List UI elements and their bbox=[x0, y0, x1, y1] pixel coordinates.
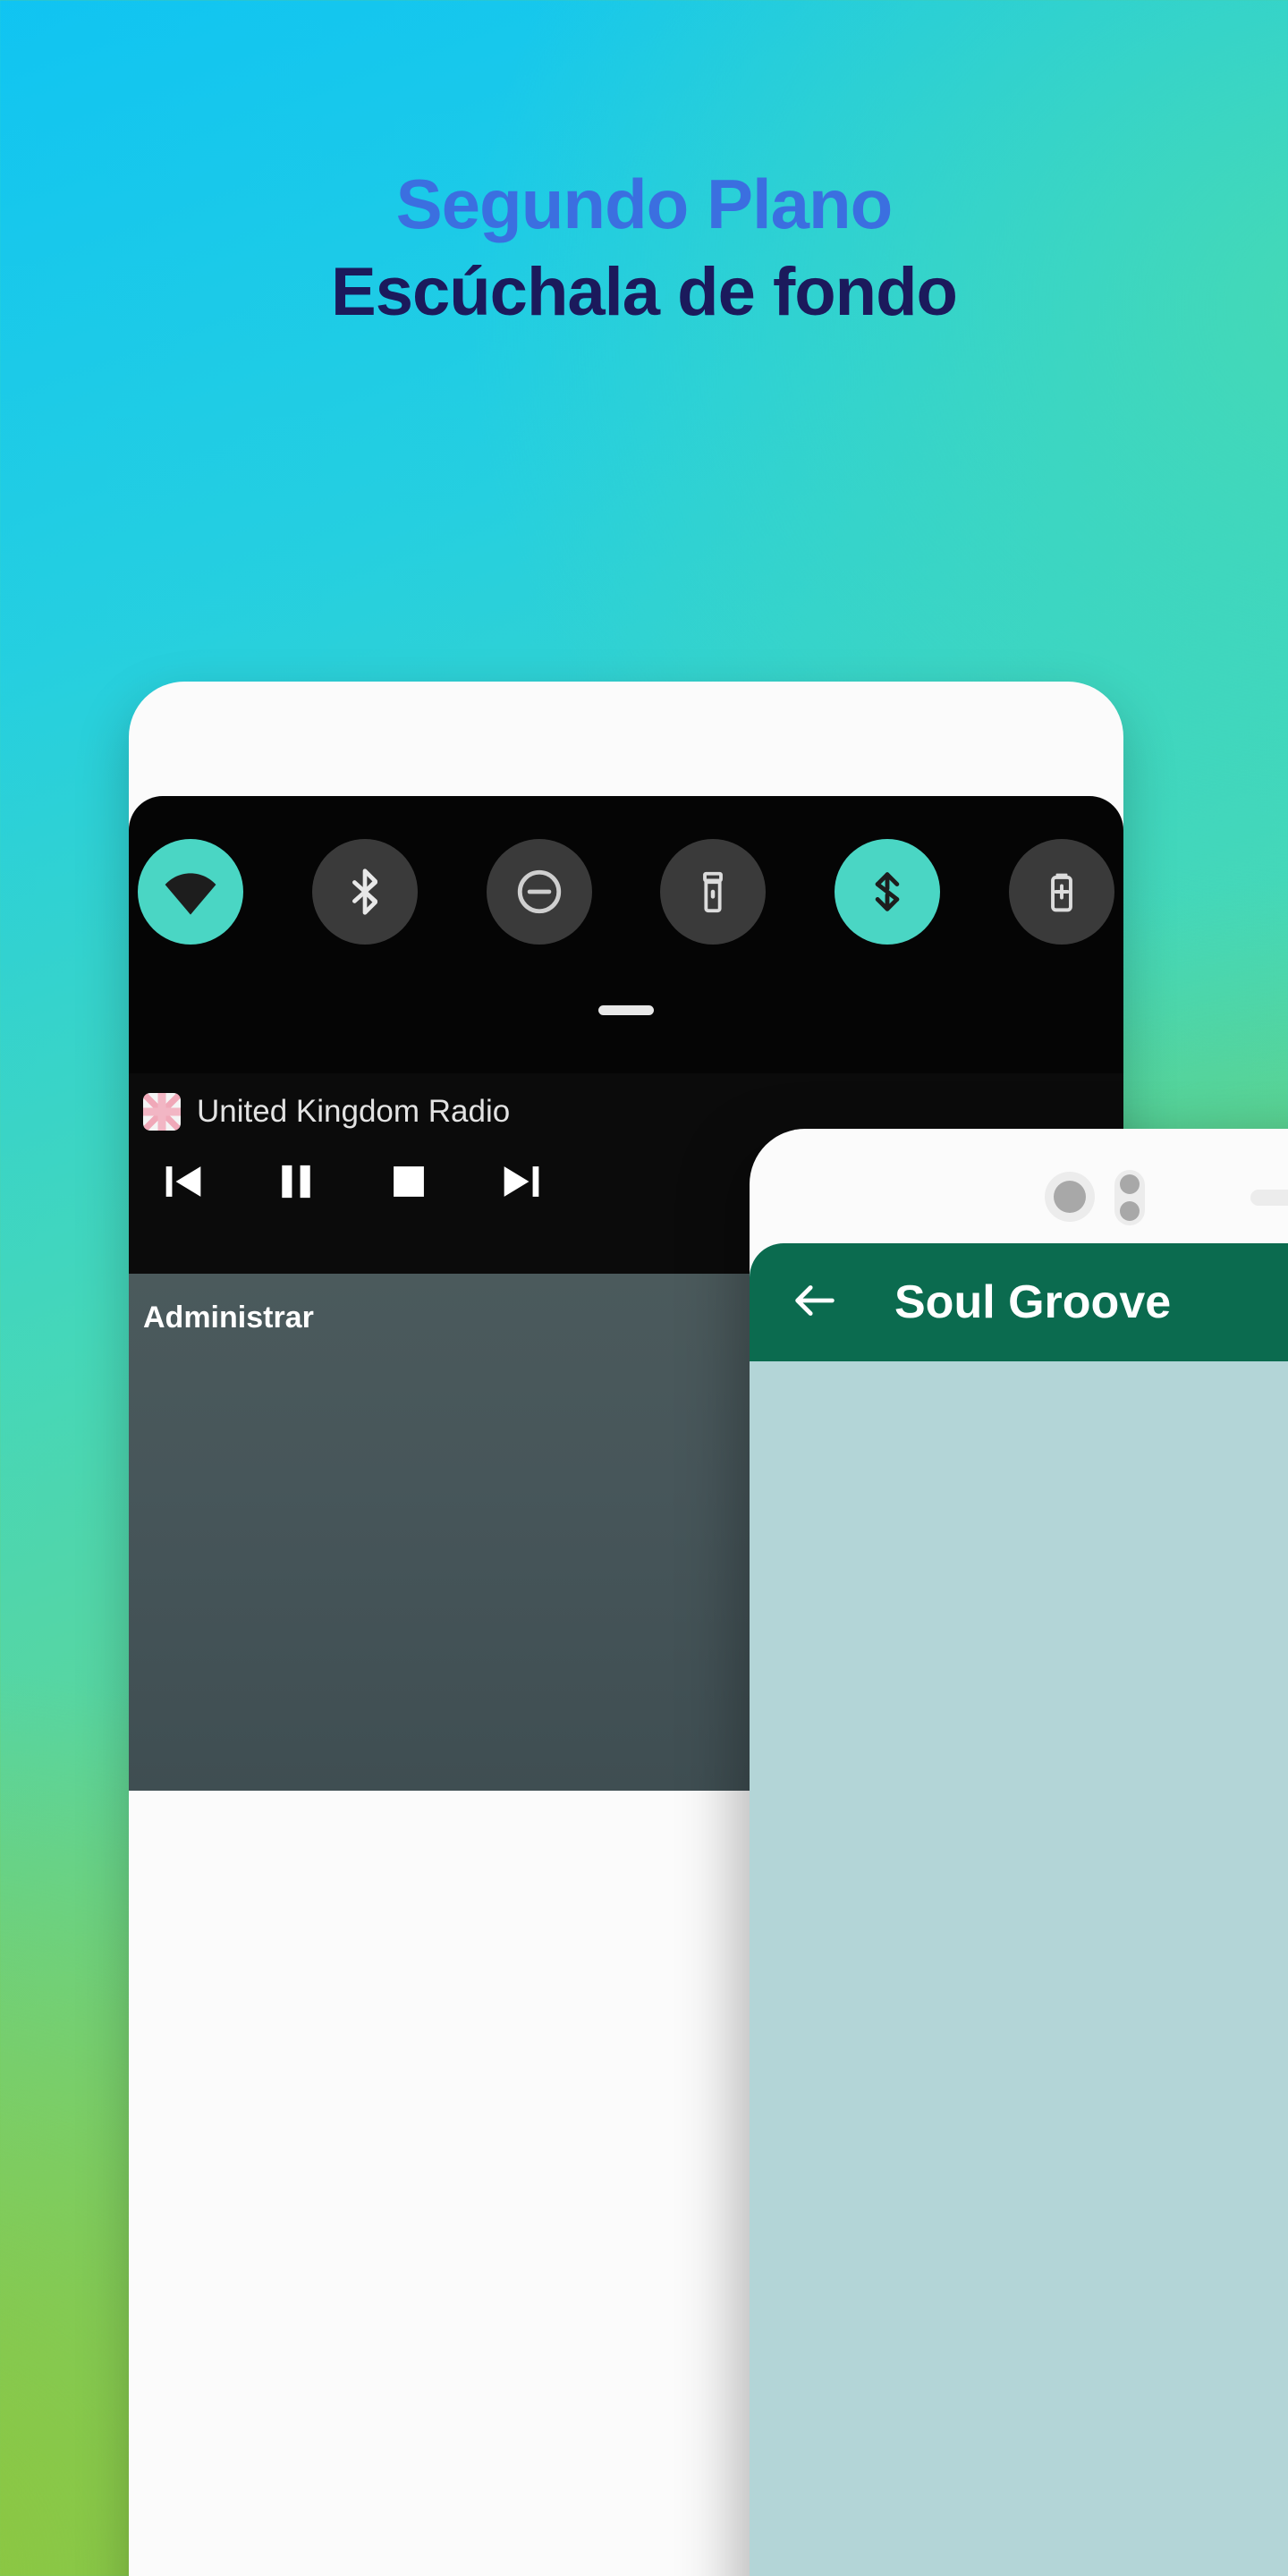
media-stop-button[interactable] bbox=[383, 1156, 435, 1212]
earpiece-speaker bbox=[1250, 1190, 1288, 1206]
battery-saver-icon bbox=[1051, 873, 1072, 912]
quick-tile-auto-rotate[interactable] bbox=[835, 839, 941, 945]
do-not-disturb-icon bbox=[517, 869, 561, 914]
page-title: Segundo Plano bbox=[395, 165, 894, 243]
media-notification-header: United Kingdom Radio bbox=[143, 1093, 1109, 1131]
quick-tile-wifi[interactable] bbox=[138, 839, 243, 945]
phone-bezel-top bbox=[129, 682, 1123, 796]
quick-settings-tiles bbox=[129, 839, 1123, 945]
quick-tile-do-not-disturb[interactable] bbox=[486, 839, 592, 945]
flashlight-icon bbox=[703, 871, 724, 913]
page-subtitle: Escúchala de fondo bbox=[331, 254, 958, 331]
promo-headings: Segundo Plano Escúchala de fondo bbox=[0, 166, 1288, 330]
wifi-icon bbox=[165, 873, 216, 915]
stop-icon bbox=[394, 1166, 424, 1197]
shade-drag-handle[interactable] bbox=[598, 1005, 654, 1015]
quick-tile-battery-saver[interactable] bbox=[1008, 839, 1114, 945]
quick-tile-bluetooth[interactable] bbox=[311, 839, 418, 945]
app-bar: Soul Groove bbox=[750, 1243, 1288, 1361]
bluetooth-icon bbox=[352, 869, 377, 915]
skip-next-icon bbox=[504, 1166, 539, 1197]
pause-icon bbox=[282, 1165, 310, 1199]
skip-previous-icon bbox=[165, 1166, 201, 1197]
app-bar-title: Soul Groove bbox=[894, 1276, 1172, 1328]
media-previous-button[interactable] bbox=[157, 1156, 209, 1212]
media-next-button[interactable] bbox=[496, 1156, 547, 1212]
front-camera-icon bbox=[1045, 1172, 1095, 1222]
media-pause-button[interactable] bbox=[270, 1156, 322, 1212]
uk-flag-icon bbox=[143, 1093, 181, 1131]
phone-screen-secondary: Soul Groove bbox=[750, 1243, 1288, 2576]
quick-tile-flashlight[interactable] bbox=[660, 839, 767, 945]
media-app-title: United Kingdom Radio bbox=[197, 1094, 511, 1129]
phone-mockup-secondary: Soul Groove bbox=[750, 1129, 1288, 2576]
back-button[interactable] bbox=[789, 1275, 841, 1331]
sensor-cluster-icon bbox=[1114, 1170, 1145, 1225]
arrow-left-icon bbox=[795, 1284, 835, 1316]
manage-label: Administrar bbox=[143, 1301, 314, 1335]
auto-rotate-icon bbox=[875, 872, 900, 911]
